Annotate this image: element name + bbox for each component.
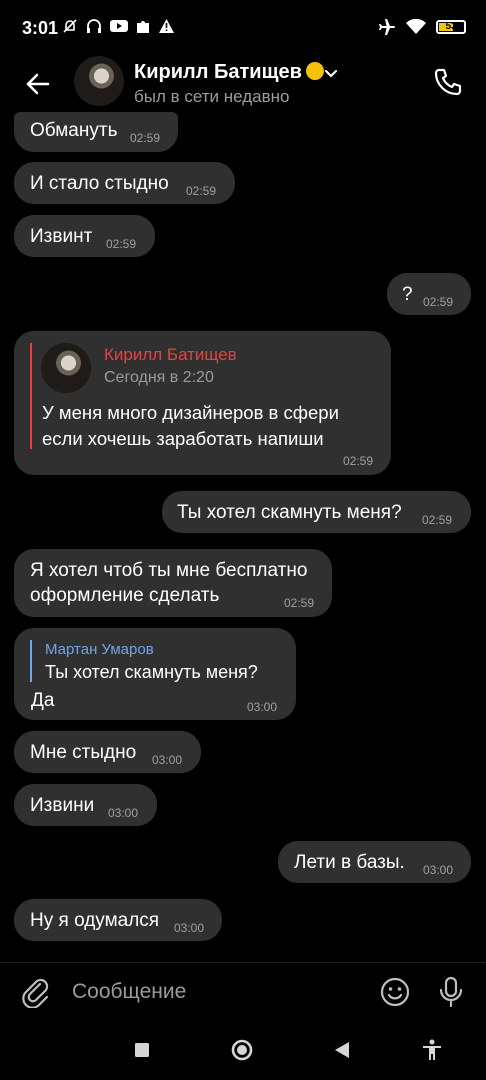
- message-time: 03:00: [247, 700, 278, 714]
- chat-header: Кирилл Батищев был в сети недавно: [0, 56, 486, 112]
- message-time: 02:59: [106, 237, 137, 251]
- home-button-icon[interactable]: [231, 1039, 253, 1061]
- chevron-down-icon[interactable]: [322, 64, 340, 82]
- contact-name: Кирилл Батищев: [134, 61, 302, 83]
- reply-message-bubble[interactable]: Мартан Умаров Ты хотел скамнуть меня? Да…: [14, 628, 296, 720]
- message-text: Ты хотел скамнуть меня?: [177, 502, 402, 523]
- message-text: Извинт: [30, 226, 93, 247]
- message-time: 03:00: [152, 753, 183, 767]
- message-text-line: У меня много дизайнеров в сфери: [42, 402, 339, 423]
- message-bubble-out[interactable]: ? 02:59: [387, 273, 471, 315]
- message-time: 03:00: [174, 921, 205, 935]
- message-time: 02:59: [422, 513, 453, 527]
- message-bubble-in[interactable]: Извинт 02:59: [14, 215, 155, 257]
- message-time: 02:59: [186, 184, 217, 198]
- forwarded-message-bubble[interactable]: Кирилл Батищев Сегодня в 2:20 У меня мно…: [14, 331, 391, 475]
- message-text: Ну я одумался: [30, 910, 160, 931]
- message-bubble-in[interactable]: Извини 03:00: [14, 784, 157, 826]
- forward-sender-name[interactable]: Кирилл Батищев: [104, 345, 237, 365]
- headset-icon: [86, 18, 102, 34]
- message-text: Да: [31, 690, 55, 711]
- recents-button-icon[interactable]: [134, 1042, 150, 1058]
- contact-name-wrap[interactable]: Кирилл Батищев: [134, 61, 324, 84]
- message-bubble-in[interactable]: Обмануть 02:59: [14, 112, 178, 152]
- forward-bar: [30, 343, 32, 449]
- message-time: 02:59: [284, 596, 315, 610]
- status-time: 3:01: [22, 18, 59, 38]
- message-time: 03:00: [108, 806, 139, 820]
- message-text-line: Я хотел чтоб ты мне бесплатно: [30, 560, 308, 581]
- system-nav-bar: [0, 1023, 486, 1080]
- message-time: 02:59: [423, 295, 454, 309]
- puzzle-icon: [136, 19, 151, 34]
- message-bubble-in[interactable]: И стало стыдно 02:59: [14, 162, 235, 204]
- message-time: 02:59: [343, 454, 374, 468]
- message-text-line: если хочешь заработать напиши: [42, 428, 324, 449]
- message-bubble-out[interactable]: Ты хотел скамнуть меня? 02:59: [162, 491, 471, 533]
- forward-avatar[interactable]: [41, 343, 91, 393]
- contact-avatar[interactable]: [74, 56, 124, 106]
- emoji-button-icon[interactable]: [379, 976, 411, 1008]
- phone-icon[interactable]: [430, 64, 466, 100]
- status-bar: 3:01 53: [0, 0, 486, 56]
- message-text: ?: [402, 284, 413, 305]
- message-bubble-out[interactable]: Лети в базы. 03:00: [278, 841, 471, 883]
- youtube-icon: [110, 19, 128, 33]
- message-text: Обмануть: [30, 120, 118, 141]
- airplane-icon: [378, 18, 396, 36]
- wifi-icon: [406, 19, 426, 35]
- message-text-line: оформление сделать: [30, 585, 220, 606]
- alert-icon: [159, 19, 174, 33]
- message-input[interactable]: Сообщение: [72, 980, 362, 1004]
- contact-status: был в сети недавно: [134, 87, 290, 106]
- message-input-bar: Сообщение: [0, 963, 486, 1023]
- mute-icon: [62, 18, 78, 34]
- message-time: 03:00: [423, 863, 454, 877]
- battery-level: 53: [445, 21, 457, 32]
- message-text: И стало стыдно: [30, 173, 169, 194]
- message-text: Мне стыдно: [30, 742, 137, 763]
- microphone-icon[interactable]: [435, 975, 467, 1009]
- attach-icon[interactable]: [20, 976, 52, 1008]
- message-bubble-in[interactable]: Я хотел чтоб ты мне бесплатно оформление…: [14, 549, 332, 617]
- message-bubble-in[interactable]: Мне стыдно 03:00: [14, 731, 201, 773]
- reply-sender-name[interactable]: Мартан Умаров: [45, 641, 154, 658]
- battery-icon: 53: [436, 20, 466, 34]
- back-button-icon[interactable]: [333, 1041, 351, 1059]
- back-arrow-icon[interactable]: [20, 66, 56, 102]
- reply-quoted-text[interactable]: Ты хотел скамнуть меня?: [45, 662, 258, 683]
- message-bubble-in[interactable]: Ну я одумался 03:00: [14, 899, 222, 941]
- message-text: Извини: [30, 795, 95, 816]
- reply-bar: [30, 640, 32, 682]
- accessibility-icon[interactable]: [422, 1039, 442, 1061]
- forward-date: Сегодня в 2:20: [104, 369, 214, 386]
- message-time: 02:59: [130, 131, 161, 145]
- message-text: Лети в базы.: [294, 852, 405, 873]
